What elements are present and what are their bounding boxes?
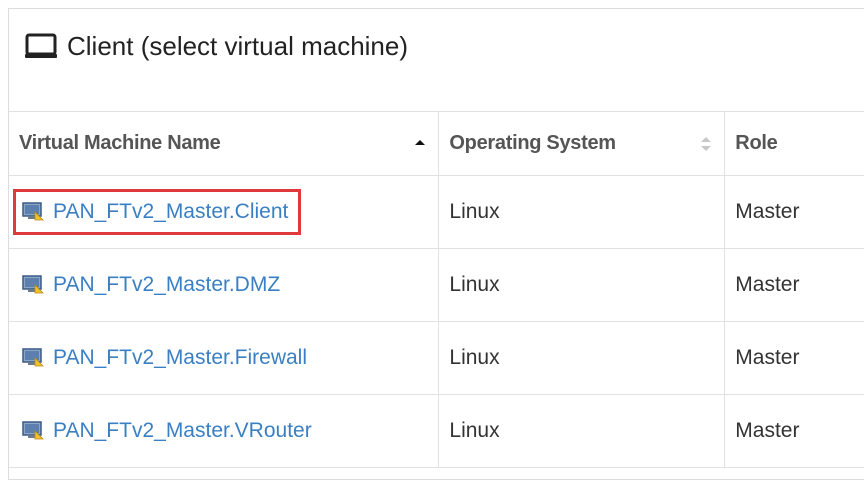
vm-table: Virtual Machine Name Operating System Ro… <box>9 112 864 468</box>
column-header-role[interactable]: Role <box>724 112 864 176</box>
sort-icon <box>701 136 712 151</box>
column-header-os[interactable]: Operating System <box>438 112 726 176</box>
vm-name-cell: PAN_FTv2_Master.VRouter <box>9 394 440 468</box>
vm-name-cell: PAN_FTv2_Master.Client <box>9 175 440 249</box>
vm-select-panel: Client (select virtual machine) Virtual … <box>8 8 864 480</box>
table-row[interactable]: PAN_FTv2_Master.VRouter Linux Master <box>9 394 864 468</box>
column-header-name[interactable]: Virtual Machine Name <box>9 112 440 176</box>
table-row[interactable]: PAN_FTv2_Master.DMZ Linux Master <box>9 248 864 322</box>
table-row[interactable]: PAN_FTv2_Master.Client Linux Master <box>9 175 864 249</box>
role-cell: Master <box>724 321 864 395</box>
vm-name-cell: PAN_FTv2_Master.Firewall <box>9 321 440 395</box>
vm-name-cell: PAN_FTv2_Master.DMZ <box>9 248 440 322</box>
os-cell: Linux <box>438 394 726 468</box>
virtual-machine-icon <box>22 421 44 441</box>
role-cell: Master <box>724 248 864 322</box>
column-header-label: Virtual Machine Name <box>19 132 221 154</box>
panel-title-text: Client (select virtual machine) <box>67 31 409 61</box>
vm-name-highlight[interactable]: PAN_FTv2_Master.Client <box>13 189 302 235</box>
role-cell: Master <box>724 394 864 468</box>
vm-link[interactable]: PAN_FTv2_Master.DMZ <box>53 273 280 297</box>
os-cell: Linux <box>438 175 726 249</box>
vm-name-wrapper[interactable]: PAN_FTv2_Master.DMZ <box>13 262 293 308</box>
os-cell: Linux <box>438 248 726 322</box>
sort-ascending-icon <box>415 139 426 145</box>
panel-title: Client (select virtual machine) <box>25 31 408 62</box>
os-cell: Linux <box>438 321 726 395</box>
virtual-machine-icon <box>22 202 44 222</box>
virtual-machine-icon <box>22 348 44 368</box>
table-header-row: Virtual Machine Name Operating System Ro… <box>9 112 864 176</box>
vm-name-wrapper[interactable]: PAN_FTv2_Master.VRouter <box>13 408 325 454</box>
vm-link[interactable]: PAN_FTv2_Master.Client <box>53 200 288 224</box>
virtual-machine-icon <box>22 275 44 295</box>
table-row[interactable]: PAN_FTv2_Master.Firewall Linux Master <box>9 321 864 395</box>
column-header-label: Role <box>735 132 778 154</box>
role-cell: Master <box>724 175 864 249</box>
vm-link[interactable]: PAN_FTv2_Master.VRouter <box>53 419 312 443</box>
vm-name-wrapper[interactable]: PAN_FTv2_Master.Firewall <box>13 335 320 381</box>
monitor-icon <box>25 33 57 61</box>
vm-link[interactable]: PAN_FTv2_Master.Firewall <box>53 346 307 370</box>
panel-header: Client (select virtual machine) <box>9 9 864 112</box>
column-header-label: Operating System <box>449 132 616 154</box>
